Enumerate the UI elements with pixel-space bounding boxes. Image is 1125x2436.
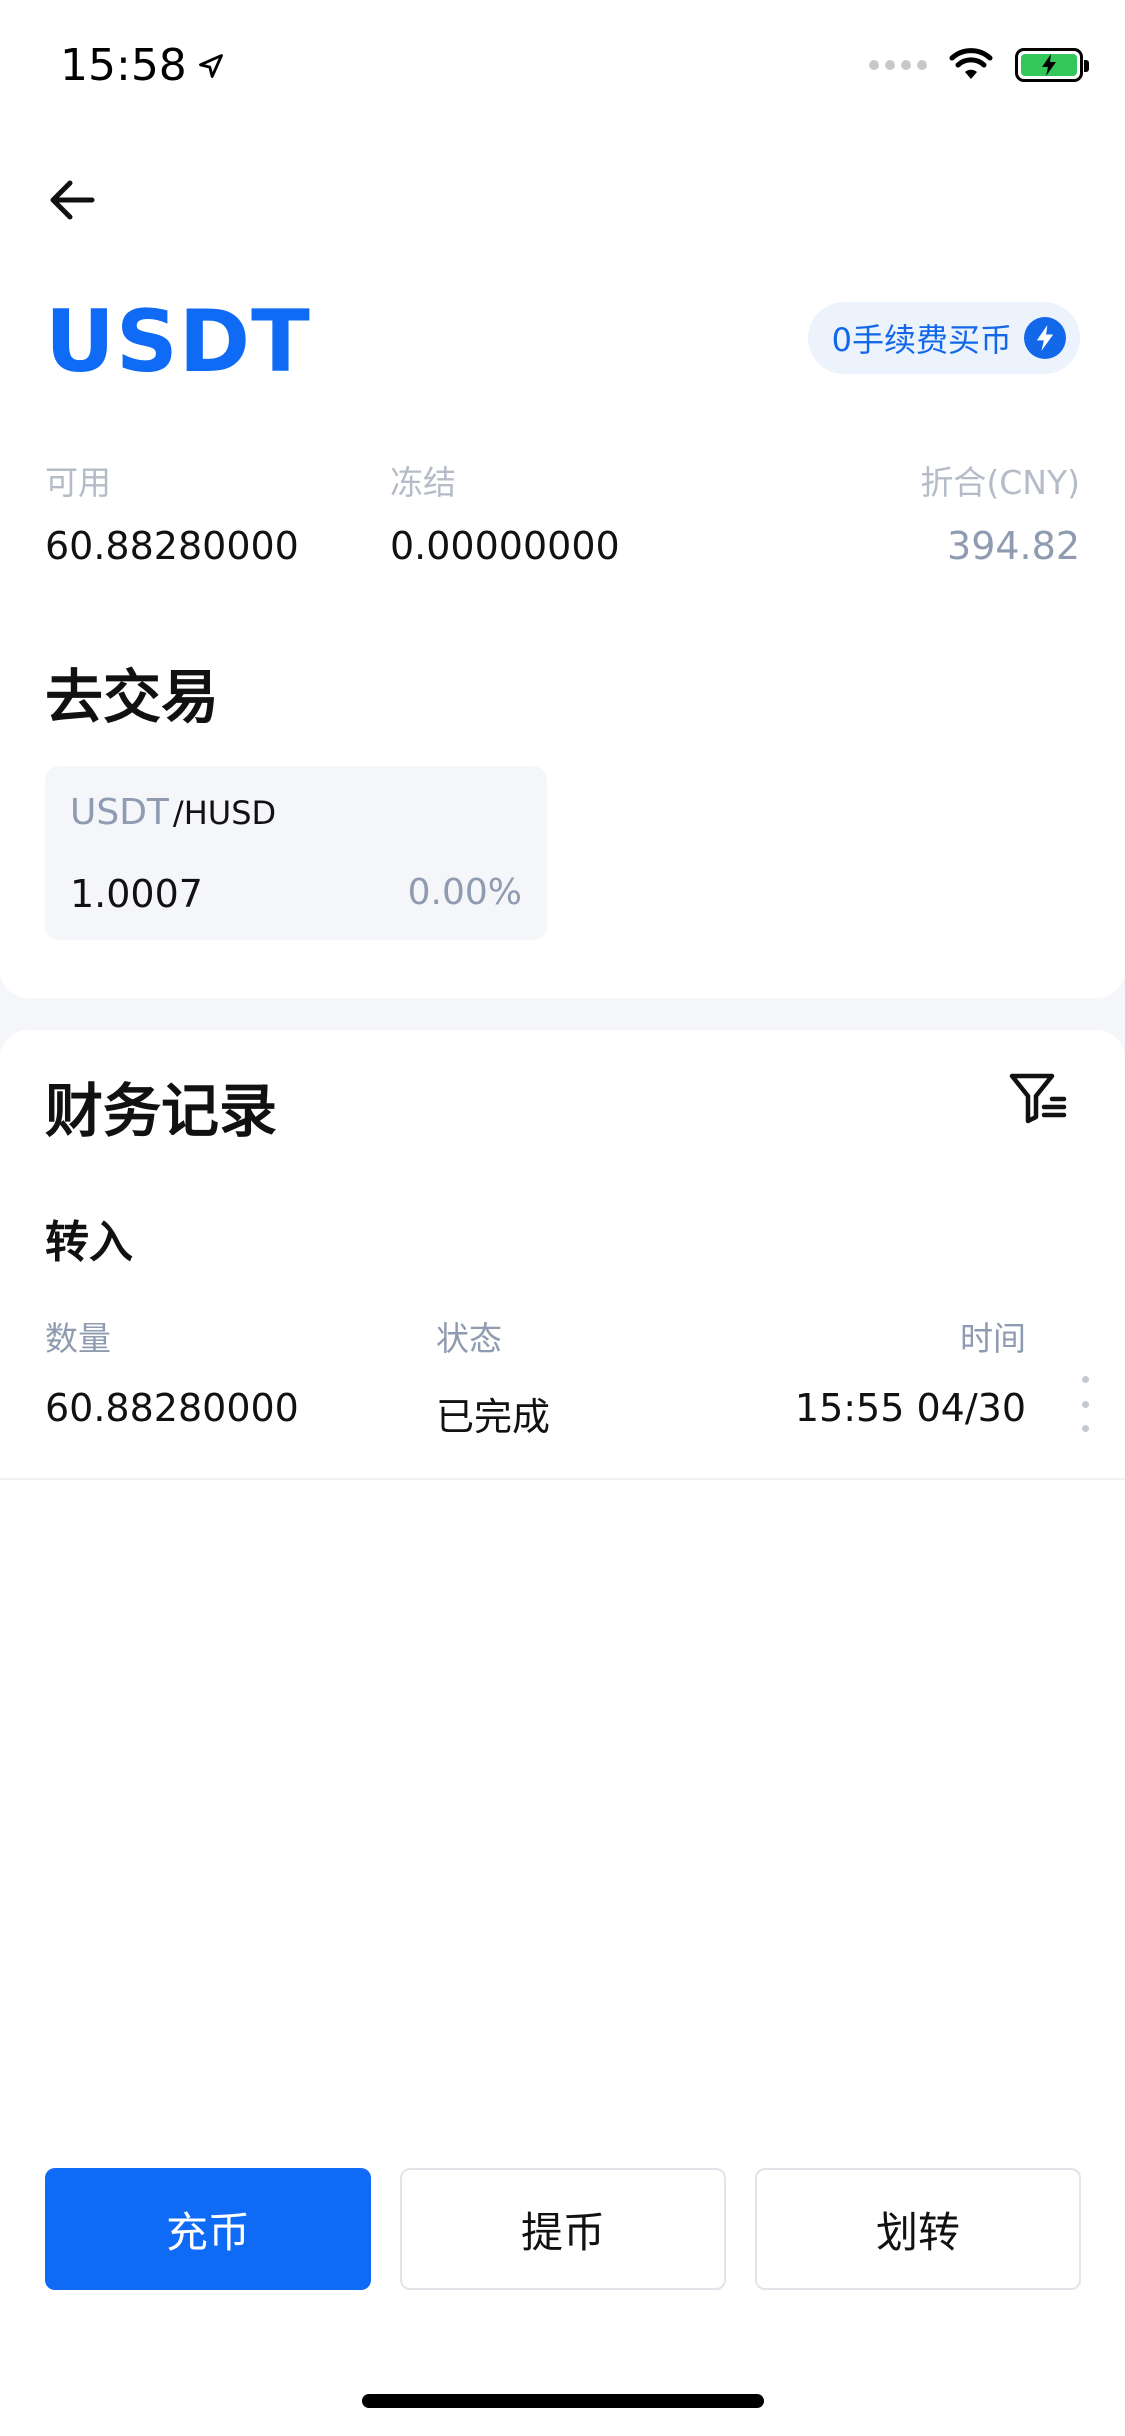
pair-quote: /HUSD — [172, 794, 277, 832]
deposit-button[interactable]: 充币 — [45, 2168, 371, 2290]
record-status: 已完成 — [436, 1395, 551, 1439]
cny-equivalent-value: 394.82 — [947, 524, 1080, 568]
arrow-left-icon — [50, 180, 95, 220]
divider — [0, 1478, 1125, 1480]
zero-fee-buy-button[interactable]: 0手续费买币 — [807, 302, 1080, 374]
status-time-text: 15:58 — [60, 40, 187, 91]
record-time: 15:55 04/30 — [794, 1386, 1026, 1430]
pair-price: 1.0007 — [70, 872, 203, 916]
status-indicators — [869, 48, 1089, 82]
coin-title: USDT — [45, 292, 311, 392]
status-time: 15:58 — [60, 40, 225, 91]
trading-pair-card[interactable]: USDT/HUSD 1.0007 0.00% — [45, 766, 547, 940]
more-options-icon[interactable] — [1073, 1376, 1097, 1432]
trading-pair: USDT/HUSD — [70, 792, 276, 833]
pair-base: USDT — [70, 792, 169, 833]
available-label: 可用 — [45, 463, 111, 502]
available-value: 60.88280000 — [45, 524, 299, 568]
trade-section-title: 去交易 — [45, 663, 220, 731]
home-indicator — [362, 2394, 764, 2408]
amount-column-label: 数量 — [45, 1319, 111, 1358]
frozen-label: 冻结 — [390, 463, 456, 502]
time-column-label: 时间 — [960, 1319, 1026, 1358]
status-column-label: 状态 — [436, 1319, 502, 1358]
cny-equivalent-label: 折合(CNY) — [920, 463, 1080, 502]
filter-icon — [1009, 1073, 1067, 1124]
frozen-value: 0.00000000 — [390, 524, 620, 568]
records-section-title: 财务记录 — [45, 1077, 278, 1145]
promo-label: 0手续费买币 — [831, 321, 1012, 359]
battery-charging-icon — [1015, 48, 1089, 82]
lightning-icon — [1024, 317, 1066, 359]
transfer-button[interactable]: 划转 — [755, 2168, 1081, 2290]
pair-change: 0.00% — [407, 872, 522, 913]
location-arrow-icon — [198, 53, 223, 78]
withdraw-button[interactable]: 提币 — [400, 2168, 726, 2290]
wifi-icon — [949, 48, 993, 79]
cellular-signal-icon — [869, 60, 927, 70]
filter-button[interactable] — [1003, 1064, 1073, 1134]
record-type-label: 转入 — [45, 1217, 133, 1268]
back-button[interactable] — [40, 168, 104, 232]
record-amount: 60.88280000 — [45, 1386, 299, 1430]
